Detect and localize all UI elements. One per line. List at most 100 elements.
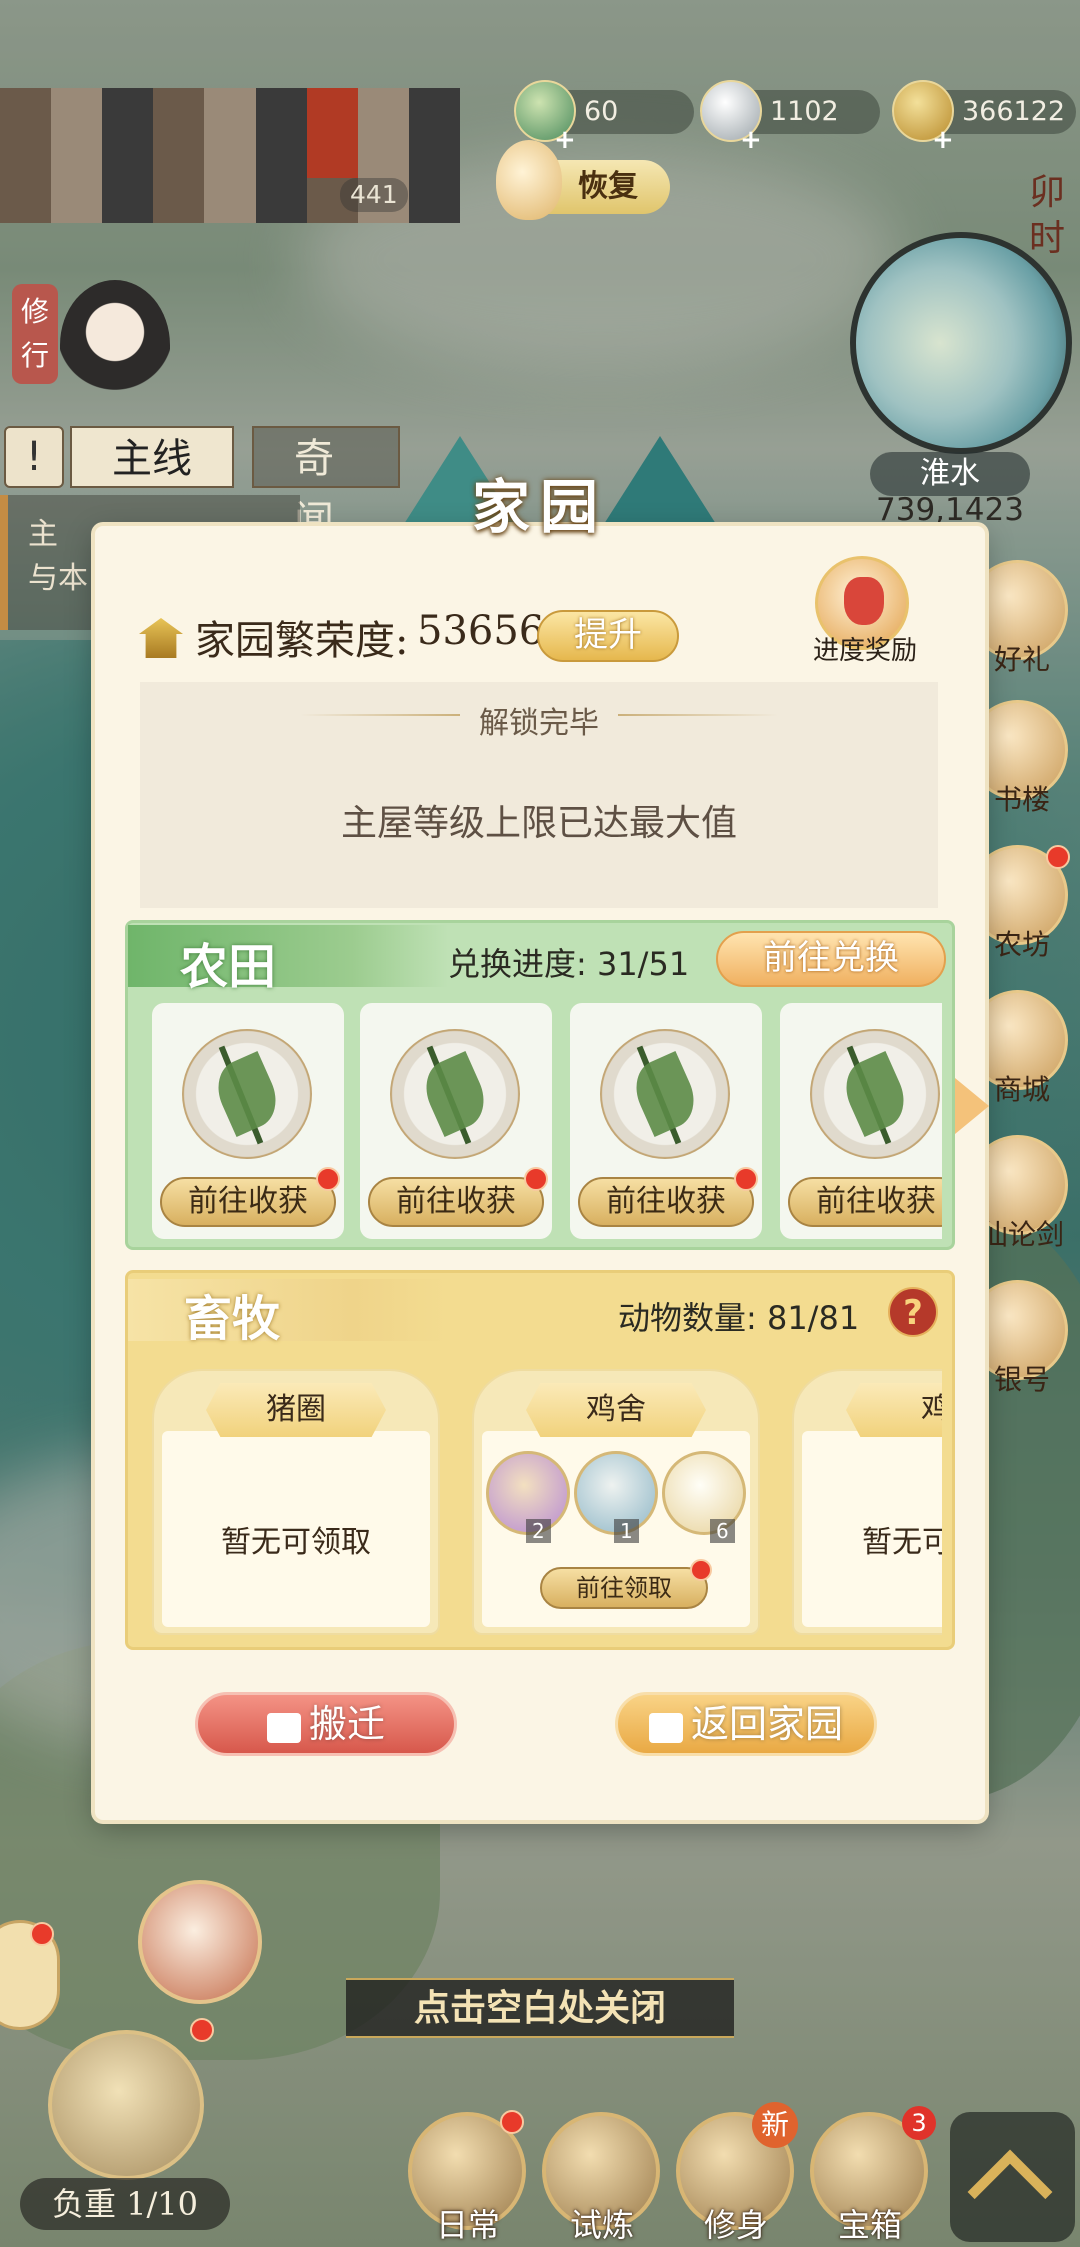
coordinates: 739,1423 (876, 492, 1024, 528)
relocate-label: 搬迁 (308, 1702, 385, 1746)
farm-plot[interactable]: 前往收获 (570, 1003, 762, 1239)
modal-title: 家园 (471, 473, 608, 541)
go-exchange-button[interactable]: 前往兑换 (716, 931, 946, 987)
livestock-section: 畜牧 动物数量: 81/81 ? 暂无可领取 猪圈 2 1 6 前往领取 鸡舍 … (125, 1270, 955, 1650)
item-count: 1 (614, 1519, 639, 1543)
notification-dot (30, 1922, 54, 1946)
divider (618, 714, 778, 716)
prosperity-value: 53656 (417, 608, 545, 654)
bottom-label: 试炼 (569, 2206, 634, 2244)
count-badge: 3 (902, 2106, 936, 2140)
new-badge: 新 (752, 2102, 798, 2148)
game-time: 卯时 (1028, 172, 1065, 259)
unlock-header: 解锁完毕 (479, 706, 599, 741)
relocate-icon (266, 1712, 301, 1743)
livestock-title: 畜牧 (184, 1291, 281, 1347)
bottom-label: 宝箱 (837, 2206, 902, 2244)
pen-status: 暂无可 (862, 1525, 942, 1560)
pen-name: 鸡 (846, 1383, 942, 1437)
resource-jade[interactable]: + 60 (514, 80, 694, 155)
pen-body: 暂无可 (802, 1431, 942, 1627)
resource-silver[interactable]: + 1102 (700, 80, 880, 155)
homestead-modal: 家园繁荣度: 53656 提升 进度奖励 解锁完毕 主屋等级上限已达最大值 农田… (95, 526, 989, 1820)
notification-dot (190, 2018, 214, 2042)
pen-chicken-coop-2[interactable]: 暂无可 鸡 (792, 1369, 942, 1635)
unlock-message: 主屋等级上限已达最大值 (340, 803, 737, 844)
house-icon (648, 1712, 683, 1743)
notification-dot (500, 2110, 524, 2134)
stamina-value: 441 (350, 180, 398, 209)
progress-reward-label[interactable]: 进度奖励 (795, 630, 935, 667)
harvest-button[interactable]: 前往收获 (578, 1167, 758, 1227)
bottom-label: 日常 (435, 2206, 500, 2244)
relocate-button[interactable]: 搬迁 (195, 1692, 457, 1756)
return-home-button[interactable]: 返回家园 (615, 1692, 877, 1756)
animal-count: 动物数量: 81/81 (618, 1299, 860, 1337)
resource-coin[interactable]: + 366122 (892, 80, 1076, 155)
tab-main-quest[interactable]: 主线 (70, 426, 234, 488)
pen-name: 猪圈 (206, 1383, 386, 1437)
notification-dot (734, 1167, 758, 1191)
cart-icon[interactable] (48, 2030, 204, 2180)
notification-dot (316, 1167, 340, 1191)
harvest-button[interactable]: 前往收获 (160, 1167, 340, 1227)
cultivation-button[interactable]: 修身 新 (676, 2102, 798, 2244)
daily-button[interactable]: 日常 (408, 2110, 528, 2244)
harvest-button[interactable]: 前往收获 (788, 1177, 942, 1227)
pavilion-icon (139, 618, 183, 658)
cultivate-button[interactable]: 修行 (12, 284, 58, 384)
resource-value: 366122 (962, 96, 1066, 127)
exchange-progress: 兑换进度: 31/51 (448, 945, 690, 983)
harvest-label: 前往收获 (606, 1184, 726, 1219)
scroll-right-arrow-icon[interactable] (955, 1078, 989, 1134)
pen-list[interactable]: 暂无可领取 猪圈 2 1 6 前往领取 鸡舍 暂无可 鸡 (152, 1369, 942, 1639)
stamina-stat: 441 (340, 178, 408, 212)
bottom-label: 修身 (703, 2206, 768, 2244)
treasure-chest-button[interactable]: 宝箱 3 (810, 2106, 936, 2244)
farm-plot[interactable]: 前往收获 (780, 1003, 942, 1239)
resource-value: 60 (584, 96, 619, 127)
unlock-panel: 解锁完毕 主屋等级上限已达最大值 (140, 682, 938, 908)
notification-dot (524, 1167, 548, 1191)
harvest-label: 前往收获 (396, 1184, 516, 1219)
plus-icon: + (932, 125, 954, 155)
notification-dot (690, 1559, 712, 1581)
prosperity-label: 家园繁荣度: (195, 618, 409, 664)
return-home-label: 返回家园 (690, 1702, 843, 1746)
trial-button[interactable]: 试炼 (542, 2112, 662, 2244)
resource-value: 1102 (770, 96, 839, 127)
farm-plot[interactable]: 前往收获 (360, 1003, 552, 1239)
region-name: 淮水 (870, 452, 1030, 496)
carry-weight: 负重 1/10 (20, 2178, 230, 2230)
farm-plot-list[interactable]: 前往收获 前往收获 前往收获 前往收获 (152, 1003, 942, 1243)
collect-button[interactable]: 前往领取 (540, 1559, 712, 1609)
section-title-bar (128, 925, 448, 987)
pen-chicken-coop[interactable]: 2 1 6 前往领取 鸡舍 (472, 1369, 760, 1635)
item-count: 2 (526, 1519, 551, 1543)
hero-portrait[interactable] (60, 280, 170, 410)
harvest-button[interactable]: 前往收获 (368, 1167, 548, 1227)
help-icon[interactable]: ? (888, 1287, 938, 1337)
plus-icon: + (554, 125, 576, 155)
collapse-menu-button[interactable] (950, 2112, 1075, 2242)
harvest-label: 前往收获 (816, 1184, 936, 1219)
farmland-title: 农田 (180, 939, 277, 995)
section-title-bar (128, 1279, 448, 1341)
minimap[interactable] (850, 232, 1072, 454)
tap-to-close-hint[interactable]: 点击空白处关闭 (346, 1978, 734, 2038)
tea-leaf-icon (182, 1029, 312, 1159)
plus-icon: + (740, 125, 762, 155)
harvest-label: 前往收获 (188, 1184, 308, 1219)
gourd-icon (496, 140, 562, 220)
crane-event-icon[interactable] (138, 1880, 262, 2004)
upgrade-button[interactable]: 提升 (537, 610, 679, 662)
tea-leaf-icon (600, 1029, 730, 1159)
tea-leaf-icon (810, 1029, 940, 1159)
pen-status: 暂无可领取 (221, 1525, 371, 1560)
pen-body: 暂无可领取 (162, 1431, 430, 1627)
pen-pigsty[interactable]: 暂无可领取 猪圈 (152, 1369, 440, 1635)
item-count: 6 (710, 1519, 735, 1543)
farm-plot[interactable]: 前往收获 (152, 1003, 344, 1239)
collect-label: 前往领取 (576, 1574, 672, 1602)
farmland-section: 农田 兑换进度: 31/51 前往兑换 前往收获 前往收获 前往收获 前往收获 (125, 920, 955, 1250)
